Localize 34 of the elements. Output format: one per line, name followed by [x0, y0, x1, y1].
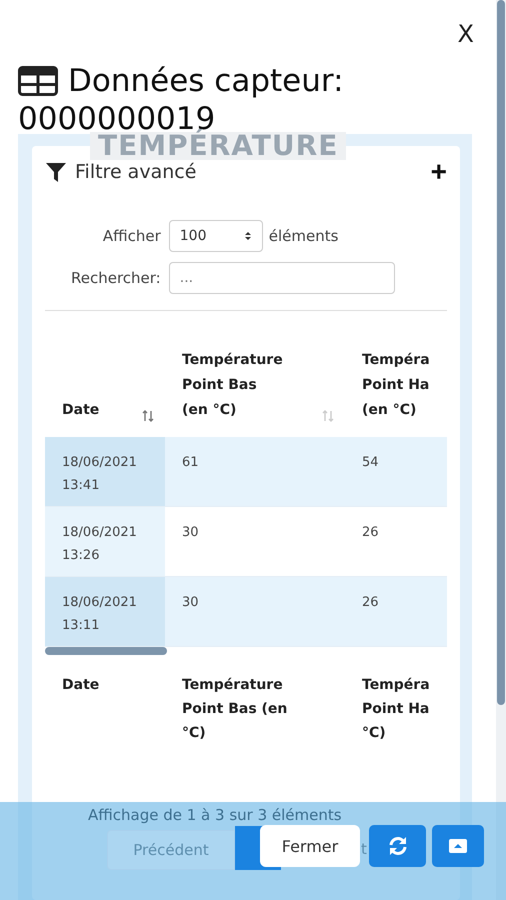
close-button[interactable]: Fermer — [260, 825, 360, 867]
column-footer: Température Point Bas (en °C) — [165, 673, 345, 745]
column-header[interactable]: Date — [45, 341, 165, 437]
modal-title: Données capteur: — [68, 62, 344, 100]
refresh-button[interactable] — [369, 825, 426, 867]
length-label: Afficher — [102, 227, 161, 245]
spinner-icon — [244, 230, 252, 242]
eject-icon — [448, 838, 468, 854]
collapse-button[interactable] — [432, 825, 484, 867]
table-info: Affichage de 1 à 3 sur 3 éléments — [88, 806, 342, 824]
table-cell: 30 — [165, 577, 345, 647]
column-footer: Date — [45, 673, 165, 745]
table-icon — [18, 66, 58, 96]
filter-icon — [45, 161, 67, 183]
expand-button[interactable]: + — [430, 160, 447, 184]
table-cell: 18/06/2021 13:26 — [45, 507, 165, 577]
page-size-select[interactable]: 100 — [168, 220, 263, 252]
scrollbar[interactable] — [497, 0, 505, 705]
column-header[interactable]: Température Point Bas (en °C) — [165, 341, 345, 437]
table-cell: 18/06/2021 13:41 — [45, 437, 165, 507]
table-cell: 61 — [165, 437, 345, 507]
filter-label: Filtre avancé — [75, 161, 196, 183]
column-header[interactable]: Tempéra Point Ha (en °C) — [345, 341, 447, 437]
length-suffix: éléments — [268, 227, 338, 245]
search-label: Rechercher: — [71, 269, 161, 287]
search-field[interactable]: ... — [168, 262, 395, 294]
close-button[interactable]: X — [458, 20, 474, 48]
table-cell: 18/06/2021 13:11 — [45, 577, 165, 647]
column-footer: Tempéra Point Ha °C) — [345, 673, 447, 745]
refresh-icon — [386, 836, 408, 856]
scrollbar[interactable] — [45, 647, 167, 655]
table-cell: 26 — [345, 577, 447, 647]
table-cell: 54 — [345, 437, 447, 507]
sort-icon[interactable] — [141, 409, 155, 423]
